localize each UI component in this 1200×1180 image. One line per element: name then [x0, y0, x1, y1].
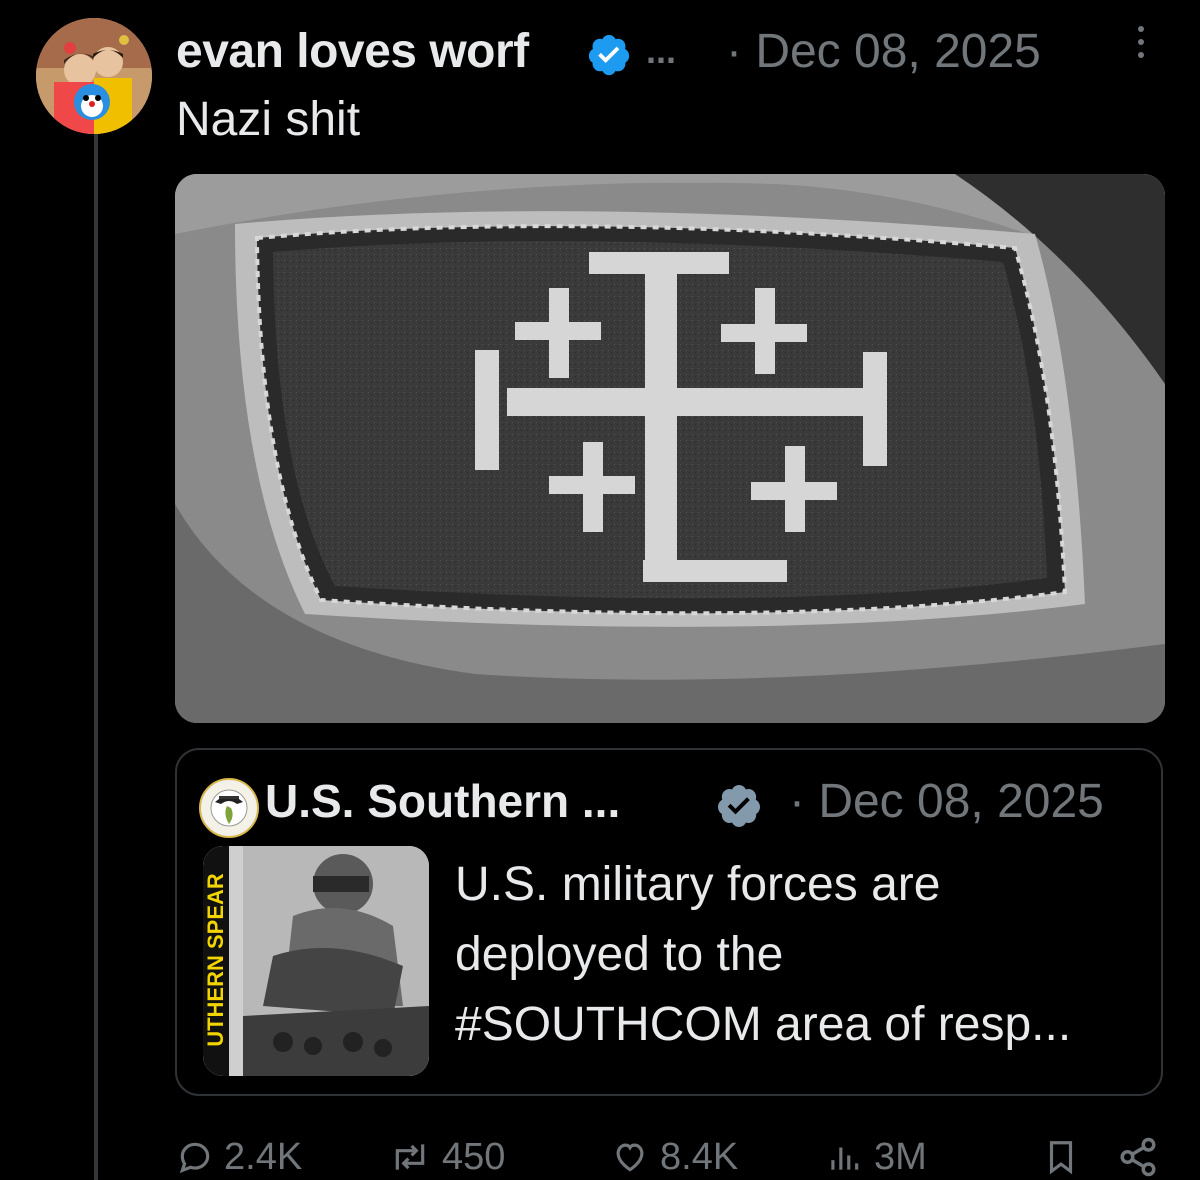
- reply-button[interactable]: 2.4K: [176, 1134, 302, 1180]
- share-button[interactable]: [1116, 1134, 1170, 1180]
- tweet-text: Nazi shit: [176, 93, 361, 146]
- reply-icon: [179, 1142, 210, 1174]
- author-name[interactable]: evan loves worf: [176, 24, 529, 79]
- like-button[interactable]: 8.4K: [610, 1134, 738, 1180]
- reply-count: 2.4K: [224, 1135, 303, 1178]
- share-icon: [1120, 1137, 1156, 1177]
- quoted-text-line: #SOUTHCOM area of resp...: [455, 998, 1072, 1051]
- gray-verified-badge-icon: [717, 785, 760, 827]
- quoted-tweet[interactable]: U.S. Southern ... · Dec 08, 2025 UTHERN …: [175, 748, 1163, 1096]
- tweet-header: evan loves worf ... · Dec 08, 2025: [176, 22, 1176, 82]
- quoted-text-line: deployed to the: [455, 928, 784, 981]
- more-options-icon[interactable]: [1131, 26, 1151, 70]
- like-count: 8.4K: [660, 1135, 739, 1178]
- southcom-seal-icon[interactable]: [199, 778, 259, 838]
- views-button[interactable]: 3M: [824, 1134, 927, 1180]
- views-chart-icon: [831, 1147, 859, 1170]
- views-count: 3M: [874, 1135, 927, 1178]
- bookmark-button[interactable]: [1042, 1134, 1090, 1180]
- thread-line: [94, 132, 98, 1180]
- repost-count: 450: [442, 1135, 506, 1178]
- quoted-text-line: U.S. military forces are: [455, 858, 941, 911]
- quoted-date[interactable]: · Dec 08, 2025: [789, 774, 1104, 829]
- quoted-thumbnail[interactable]: UTHERN SPEAR: [203, 846, 429, 1076]
- name-overflow: ...: [646, 30, 677, 71]
- quoted-author-name[interactable]: U.S. Southern ...: [265, 774, 620, 828]
- profile-photo-icon[interactable]: [36, 18, 152, 134]
- heart-icon: [616, 1143, 644, 1172]
- bookmark-icon: [1049, 1141, 1073, 1175]
- repost-icon: [395, 1144, 425, 1170]
- tweet-date[interactable]: · Dec 08, 2025: [726, 24, 1041, 79]
- tweet-image[interactable]: [175, 174, 1165, 723]
- verified-badge-icon: [588, 34, 630, 76]
- repost-button[interactable]: 450: [388, 1134, 505, 1180]
- thumbnail-banner-text: UTHERN SPEAR: [203, 873, 228, 1047]
- quoted-text: U.S. military forces are deployed to the…: [455, 850, 1145, 1060]
- action-bar: 2.4K 450 8.4K 3M: [176, 1134, 1186, 1180]
